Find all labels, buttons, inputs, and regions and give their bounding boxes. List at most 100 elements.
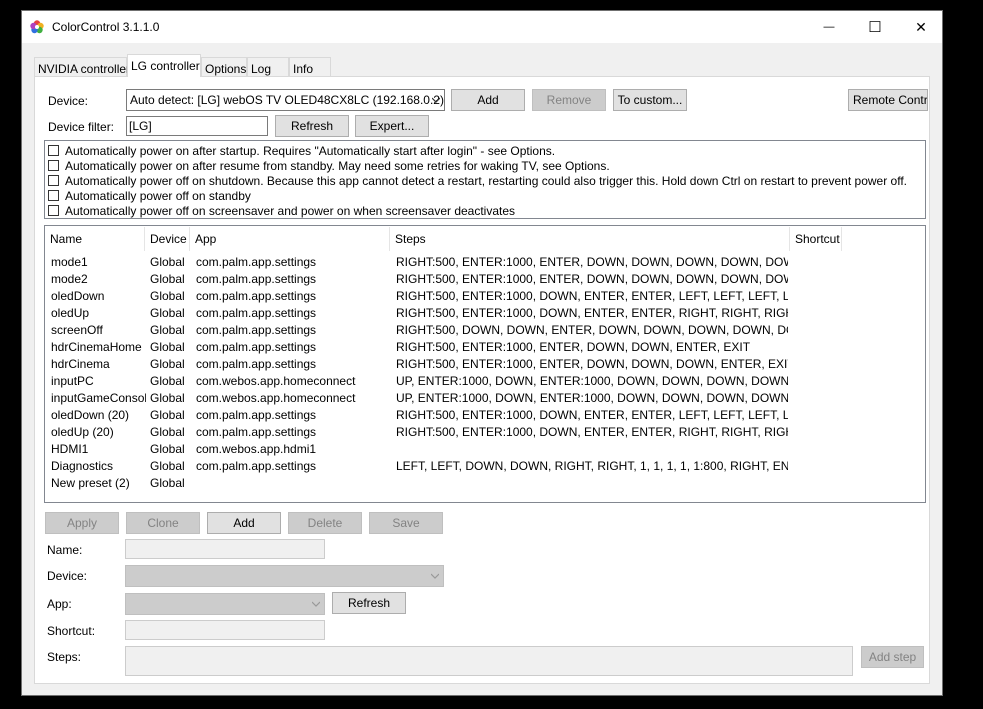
power-options-list: Automatically power on after startup. Re… <box>44 140 926 219</box>
device-filter-input[interactable]: [LG] <box>126 116 268 136</box>
table-cell: Global <box>150 425 185 439</box>
table-row[interactable]: Diagnostics Global com.palm.app.settings LE… <box>45 457 925 474</box>
shortcut-field[interactable] <box>125 620 325 640</box>
column-header-app[interactable]: App <box>190 227 390 251</box>
table-row[interactable]: inputPC Global com.webos.app.homeconnect UP… <box>45 372 925 389</box>
tab-info[interactable]: Info <box>289 57 331 77</box>
table-cell: com.palm.app.settings <box>196 357 317 371</box>
checkbox[interactable] <box>48 175 59 186</box>
table-row[interactable]: screenOff Global com.palm.app.settings RIGH… <box>45 321 925 338</box>
table-row[interactable]: hdrCinema Global com.palm.app.settings RIGH… <box>45 355 925 372</box>
checkbox[interactable] <box>48 205 59 216</box>
add-step-label: Add step <box>868 650 917 664</box>
table-cell: UP, ENTER:1000, DOWN, ENTER:1000, DOWN, … <box>396 391 788 405</box>
table-row[interactable]: mode2 Global com.palm.app.settings RIGHT:50… <box>45 270 925 287</box>
table-cell: oledDown <box>51 289 105 303</box>
table-cell: com.webos.app.homeconnect <box>196 391 356 405</box>
table-cell: Global <box>150 459 185 473</box>
tab-options[interactable]: Options <box>201 57 247 77</box>
table-row[interactable]: oledDown (20) Global com.palm.app.settings… <box>45 406 925 423</box>
column-header-steps[interactable]: Steps <box>390 227 790 251</box>
table-cell: HDMI1 <box>51 442 89 456</box>
editor-device-select[interactable] <box>125 565 444 587</box>
apply-button[interactable]: Apply <box>45 512 119 534</box>
checkbox[interactable] <box>48 190 59 201</box>
table-cell: RIGHT:500, DOWN, DOWN, ENTER, DOWN, DOWN… <box>396 323 788 337</box>
chevron-down-icon <box>431 573 439 579</box>
table-row[interactable]: oledUp Global com.palm.app.settings RIGHT:5… <box>45 304 925 321</box>
column-header-name[interactable]: Name <box>45 227 145 251</box>
tab-lg-controller[interactable]: LG controller <box>127 54 201 77</box>
minimize-button[interactable]: — <box>806 11 852 43</box>
column-header-label: App <box>195 232 217 246</box>
option-power-off-screensaver[interactable]: Automatically power off on screensaver a… <box>48 203 515 218</box>
save-button[interactable]: Save <box>369 512 443 534</box>
tab-log[interactable]: Log <box>247 57 289 77</box>
add-preset-button[interactable]: Add <box>207 512 281 534</box>
table-cell: com.palm.app.settings <box>196 323 317 337</box>
to-custom-button[interactable]: To custom... <box>613 89 687 111</box>
table-row[interactable]: mode1 Global com.palm.app.settings RIGHT:50… <box>45 253 925 270</box>
app-select[interactable] <box>125 593 325 615</box>
presets-list[interactable]: Name Device App Steps Shortcut mode1 Glob… <box>44 225 926 503</box>
refresh-devices-button[interactable]: Refresh <box>275 115 349 137</box>
title-bar[interactable]: ColorControl 3.1.1.0 — ☐ ✕ <box>22 11 942 43</box>
name-field[interactable] <box>125 539 325 559</box>
steps-field[interactable] <box>125 646 853 676</box>
table-row[interactable]: oledDown Global com.palm.app.settings RIGHT… <box>45 287 925 304</box>
table-cell: com.webos.app.homeconnect <box>196 374 356 388</box>
device-filter-label: Device filter: <box>48 120 115 134</box>
tab-label: Options <box>205 62 247 76</box>
maximize-button[interactable]: ☐ <box>852 11 898 43</box>
table-cell: RIGHT:500, ENTER:1000, DOWN, ENTER, ENTE… <box>396 306 788 320</box>
clone-button[interactable]: Clone <box>126 512 200 534</box>
table-cell: RIGHT:500, ENTER:1000, DOWN, ENTER, ENTE… <box>396 408 788 422</box>
table-row[interactable]: oledUp (20) Global com.palm.app.settings RI… <box>45 423 925 440</box>
shortcut-label: Shortcut: <box>47 624 96 638</box>
add-device-button[interactable]: Add <box>451 89 525 111</box>
table-cell: UP, ENTER:1000, DOWN, ENTER:1000, DOWN, … <box>396 374 788 388</box>
checkbox[interactable] <box>48 160 59 171</box>
column-header-label: Name <box>50 232 83 246</box>
table-row[interactable]: HDMI1 Global com.webos.app.hdmi1 <box>45 440 925 457</box>
column-header-label: Shortcut <box>795 232 840 246</box>
option-power-on-startup[interactable]: Automatically power on after startup. Re… <box>48 143 555 158</box>
table-row[interactable]: inputGameConsole Global com.webos.app.home… <box>45 389 925 406</box>
option-power-off-shutdown[interactable]: Automatically power off on shutdown. Bec… <box>48 173 907 188</box>
remove-device-label: Remove <box>546 93 592 107</box>
remove-device-button[interactable]: Remove <box>532 89 606 111</box>
table-cell: com.palm.app.settings <box>196 340 317 354</box>
table-cell: RIGHT:500, ENTER:1000, ENTER, DOWN, DOWN… <box>396 340 751 354</box>
delete-button[interactable]: Delete <box>288 512 362 534</box>
refresh-apps-button[interactable]: Refresh <box>332 592 406 614</box>
option-power-on-resume[interactable]: Automatically power on after resume from… <box>48 158 610 173</box>
device-select[interactable]: Auto detect: [LG] webOS TV OLED48CX8LC (… <box>126 89 445 111</box>
table-cell: hdrCinemaHome <box>51 340 142 354</box>
table-cell: Global <box>150 374 185 388</box>
delete-label: Delete <box>307 516 343 530</box>
table-cell: Global <box>150 408 185 422</box>
add-step-button[interactable]: Add step <box>861 646 924 668</box>
expert-button[interactable]: Expert... <box>355 115 429 137</box>
remote-control-button[interactable]: Remote Control <box>848 89 928 111</box>
checkbox[interactable] <box>48 145 59 156</box>
table-row[interactable]: hdrCinemaHome Global com.palm.app.settings… <box>45 338 925 355</box>
table-cell: Global <box>150 340 185 354</box>
close-button[interactable]: ✕ <box>898 11 944 43</box>
tab-label: NVIDIA controller <box>38 62 131 76</box>
table-cell: RIGHT:500, ENTER:1000, DOWN, ENTER, ENTE… <box>396 289 788 303</box>
table-cell: mode1 <box>51 255 88 269</box>
table-cell: mode2 <box>51 272 88 286</box>
table-cell: hdrCinema <box>51 357 110 371</box>
to-custom-label: To custom... <box>617 93 683 107</box>
column-header-shortcut[interactable]: Shortcut <box>790 227 842 251</box>
table-row[interactable]: New preset (2) Global <box>45 474 925 491</box>
option-power-off-standby[interactable]: Automatically power off on standby <box>48 188 251 203</box>
chevron-down-icon <box>432 97 440 103</box>
tab-label: Log <box>251 62 272 76</box>
tab-nvidia-controller[interactable]: NVIDIA controller <box>34 57 131 77</box>
table-cell: Global <box>150 391 185 405</box>
table-cell: inputPC <box>51 374 94 388</box>
apply-label: Apply <box>66 516 98 530</box>
column-header-device[interactable]: Device <box>145 227 190 251</box>
